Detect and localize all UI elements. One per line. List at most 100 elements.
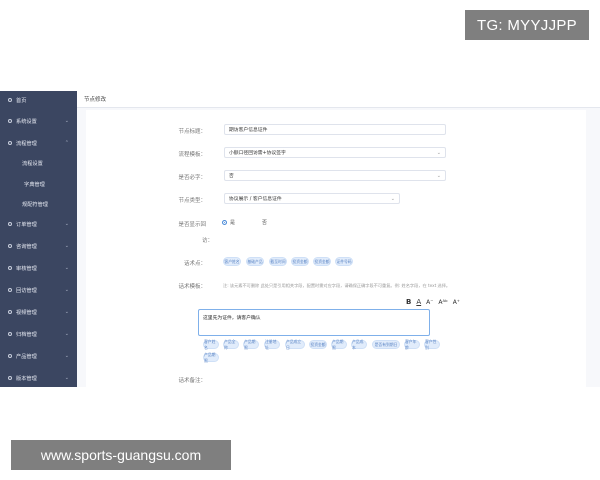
font-size-decrease-button[interactable]: A⁻ (426, 299, 433, 306)
node-title-input[interactable]: 期访客户信息证件 (224, 124, 446, 135)
sidebar-item-label: 订单管理 (16, 221, 37, 228)
field-chip[interactable]: 客户性别 (424, 338, 440, 350)
app-window: 首页 系统设置 ⌄ 流程管理 ⌃ 流程设置 字典管理 规配符管理 订单管理 ⌄ … (0, 91, 600, 387)
sidebar-item-system-settings[interactable]: 系统设置 ⌄ (0, 112, 77, 130)
chevron-down-icon: ⌄ (64, 375, 69, 381)
font-style-button[interactable]: Aᴬᵇ (438, 299, 447, 306)
sidebar-item-product[interactable]: 产品管理 ⌄ (0, 347, 77, 365)
chevron-up-icon: ⌃ (64, 140, 69, 146)
sidebar-item-orders[interactable]: 订单管理 ⌄ (0, 215, 77, 233)
consult-icon (8, 244, 12, 248)
chevron-down-icon: ⌄ (64, 221, 69, 227)
radio-checked-icon (222, 220, 227, 225)
sidebar-item-process-management[interactable]: 流程管理 ⌃ (0, 134, 77, 152)
show-on-record-label: 是否显示回 (178, 222, 206, 228)
chip-label: 产品期限 (204, 351, 216, 363)
sidebar-item-label: 咨询管理 (16, 243, 37, 250)
sidebar-subitem-process-settings[interactable]: 流程设置 (0, 154, 77, 172)
chevron-down-icon: ⌄ (436, 149, 441, 156)
anchor-chip[interactable]: 投资金额 (291, 257, 309, 266)
chip-label: 投资金额 (292, 258, 308, 264)
sidebar-item-label: 产品管理 (16, 353, 37, 360)
sidebar-item-label: 归档管理 (16, 331, 37, 338)
sidebar-subitem-rules[interactable]: 规配符管理 (0, 195, 77, 213)
radio-label: 否 (262, 220, 268, 226)
field-chip[interactable]: 客户年龄 (404, 339, 420, 350)
is-required-value: 否 (229, 174, 234, 179)
anchor-chip[interactable]: 投资金额 (313, 257, 331, 266)
chevron-down-icon: ⌄ (390, 195, 395, 202)
review-icon (8, 266, 12, 270)
page-title: 节点修改 (84, 97, 107, 103)
chip-label: 客户性别 (425, 338, 437, 350)
editor-toolbar: B A A⁻ Aᴬᵇ A⁺ (406, 298, 460, 306)
anchors-label: 话术点： (183, 261, 206, 267)
home-icon (8, 98, 12, 102)
field-chip[interactable]: 产品成立日 (285, 339, 305, 350)
product-icon (8, 354, 12, 358)
watermark-tg: TG: MYYJJPP (465, 10, 589, 40)
radio-no[interactable]: 否 (254, 219, 267, 226)
process-template-label: 流程模板： (178, 152, 206, 158)
field-chip[interactable]: 是否有到期日 (372, 340, 400, 349)
sidebar: 首页 系统设置 ⌄ 流程管理 ⌃ 流程设置 字典管理 规配符管理 订单管理 ⌄ … (0, 91, 77, 387)
sidebar-item-label: 首页 (16, 97, 27, 104)
script-template-hint: 注: 该元素不可删除 此处只是引用相关字段，配置时需对应字段，请确保正确字段不可… (223, 283, 448, 288)
anchor-chip[interactable]: 截至时间 (269, 257, 287, 266)
process-template-select[interactable]: 小额口径回访需+协议签字 ⌄ (224, 147, 446, 158)
sidebar-subitem-label: 规配符管理 (22, 201, 48, 208)
archive-icon (8, 332, 12, 336)
chip-label: 注册地址 (265, 338, 277, 350)
bold-button[interactable]: B (406, 298, 411, 306)
sidebar-item-consult[interactable]: 咨询管理 ⌄ (0, 237, 77, 255)
sidebar-item-archive[interactable]: 归档管理 ⌄ (0, 325, 77, 343)
chip-label: 投资金额 (314, 258, 330, 264)
chip-label: 产品成本 (352, 338, 364, 350)
top-bar: 节点修改 (77, 91, 600, 108)
field-chip[interactable]: 客户姓名 (203, 338, 219, 350)
field-chip[interactable]: 投资金额 (309, 340, 327, 349)
order-icon (8, 222, 12, 226)
node-type-cascader[interactable]: 协议展示 / 客户信息证件 ⌄ (224, 193, 400, 204)
sidebar-subitem-label: 流程设置 (22, 160, 43, 167)
radio-unchecked-icon (254, 220, 259, 225)
is-required-select[interactable]: 否 ⌄ (224, 170, 446, 181)
sidebar-item-version[interactable]: 版本管理 ⌄ (0, 369, 77, 387)
anchor-chip[interactable]: 客户姓名 (223, 257, 241, 266)
field-chip[interactable]: 产品期限 (243, 339, 259, 350)
chevron-down-icon: ⌄ (64, 265, 69, 271)
anchor-chip[interactable]: 证件号码 (335, 257, 353, 266)
sidebar-item-home[interactable]: 首页 (0, 91, 77, 109)
chevron-down-icon: ⌄ (64, 118, 69, 124)
chevron-down-icon: ⌄ (64, 243, 69, 249)
chip-label: 是否有到期日 (374, 341, 398, 347)
sidebar-item-callback[interactable]: 回访管理 ⌄ (0, 281, 77, 299)
script-template-editor[interactable]: 这里先为证件，请客户确认 (198, 309, 430, 336)
sidebar-item-video[interactable]: 视频管理 ⌄ (0, 303, 77, 321)
node-title-label: 节点标题： (178, 129, 206, 135)
node-title-value: 期访客户信息证件 (229, 128, 268, 133)
field-chip[interactable]: 产品期限 (203, 351, 219, 363)
process-template-value: 小额口径回访需+协议签字 (229, 151, 286, 156)
settings-icon (8, 119, 12, 123)
chip-label: 产品期限 (332, 338, 344, 350)
field-chip[interactable]: 产品期限 (331, 338, 347, 350)
chip-label: 客户姓名 (204, 338, 216, 350)
watermark-url: www.sports-guangsu.com (11, 440, 231, 470)
editor-content: 这里先为证件，请客户确认 (203, 316, 261, 321)
field-chip[interactable]: 注册地址 (264, 338, 280, 350)
radio-yes[interactable]: 是 (222, 219, 235, 226)
font-size-increase-button[interactable]: A⁺ (453, 299, 460, 306)
sidebar-subitem-dictionary[interactable]: 字典管理 (0, 175, 77, 193)
field-chip[interactable]: 产品全称 (223, 339, 239, 350)
remarks-label: 话术备注： (178, 378, 206, 384)
sidebar-item-label: 回访管理 (16, 287, 37, 294)
chevron-down-icon: ⌄ (64, 287, 69, 293)
sidebar-item-label: 审核管理 (16, 265, 37, 272)
font-color-button[interactable]: A (416, 298, 421, 306)
sidebar-item-review[interactable]: 审核管理 ⌄ (0, 259, 77, 277)
script-template-label: 话术模板： (178, 284, 206, 290)
version-icon (8, 376, 12, 380)
field-chip[interactable]: 产品成本 (351, 338, 367, 350)
anchor-chip[interactable]: 基础产品 (246, 257, 264, 266)
